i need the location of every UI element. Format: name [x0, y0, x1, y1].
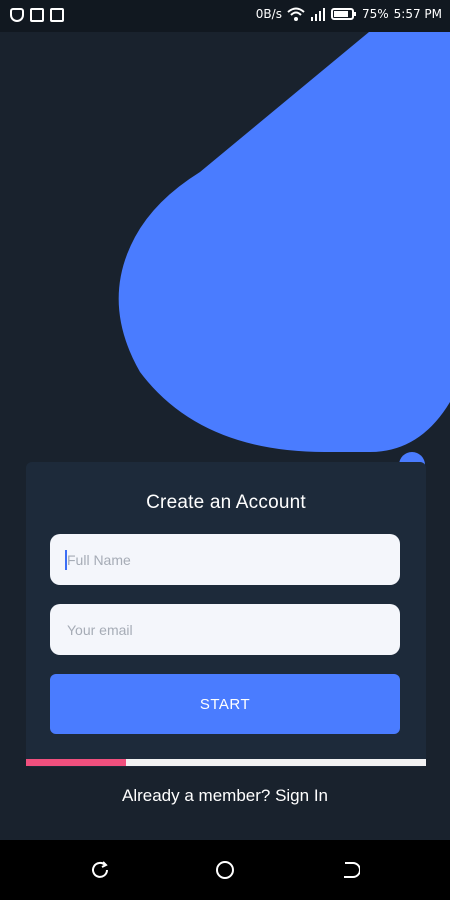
card-title: Create an Account	[146, 492, 306, 513]
blob-shape	[118, 32, 450, 452]
progress-bar	[26, 759, 426, 766]
progress-fill	[26, 759, 126, 766]
clock: 5:57 PM	[393, 7, 442, 21]
decorative-blob	[118, 32, 450, 452]
status-left-icons	[10, 8, 64, 22]
navigation-bar	[0, 840, 450, 900]
activity-icon	[50, 8, 64, 22]
status-bar: 0B/s 75% 5:57 PM	[0, 0, 450, 32]
email-field[interactable]	[50, 604, 400, 655]
net-speed: 0B/s	[255, 7, 282, 21]
cast-icon	[30, 8, 44, 22]
back-icon[interactable]	[340, 860, 360, 880]
battery-percent: 75%	[361, 7, 389, 21]
home-icon[interactable]	[215, 860, 235, 880]
full-name-input[interactable]	[65, 550, 389, 569]
wifi-icon	[287, 7, 305, 21]
status-right: 0B/s 75% 5:57 PM	[256, 7, 442, 21]
email-input[interactable]	[65, 620, 389, 639]
sign-in-link[interactable]: Already a member? Sign In	[0, 786, 450, 806]
full-name-field[interactable]	[50, 534, 400, 585]
text-caret	[65, 550, 67, 570]
shield-icon	[10, 8, 24, 22]
battery-icon	[330, 8, 356, 20]
signal-icon	[310, 8, 325, 21]
start-button[interactable]: START	[50, 674, 400, 734]
recent-apps-icon[interactable]	[90, 860, 110, 880]
signup-card: Create an Account START	[26, 462, 426, 767]
